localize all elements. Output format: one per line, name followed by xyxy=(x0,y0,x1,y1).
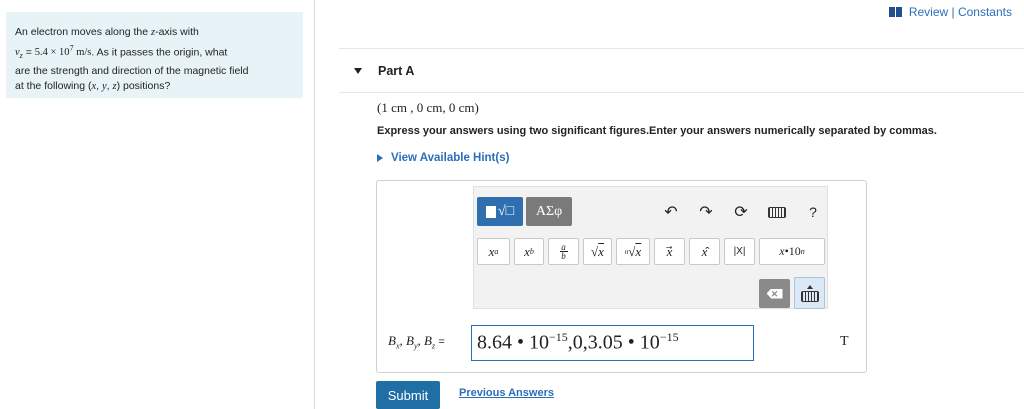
review-constants-label: Review | Constants xyxy=(908,5,1012,19)
submit-button[interactable]: Submit xyxy=(376,381,440,409)
problem-panel: An electron moves along the z-axis with … xyxy=(0,0,315,409)
absolute-value-button[interactable]: |X| xyxy=(724,238,755,265)
square-root-template-icon xyxy=(485,205,496,218)
problem-statement: An electron moves along the z-axis with … xyxy=(6,12,303,98)
reset-icon[interactable]: ⟳ xyxy=(730,199,752,225)
superscript-button[interactable]: xa xyxy=(477,238,510,265)
nth-root-button[interactable]: n √ x xyxy=(616,238,650,265)
part-label: Part A xyxy=(378,64,415,78)
previous-answers-link[interactable]: Previous Answers xyxy=(459,387,554,399)
unit-vector-button[interactable]: x̂ xyxy=(689,238,720,265)
expand-arrow-icon xyxy=(377,154,383,162)
view-hints-link[interactable]: View Available Hint(s) xyxy=(377,152,509,164)
redo-icon[interactable]: ↷ xyxy=(695,199,717,225)
scientific-notation-button[interactable]: x •10 n xyxy=(759,238,825,265)
part-a-header[interactable]: Part A xyxy=(339,48,1024,93)
templates-button[interactable]: √□ xyxy=(477,197,523,226)
position-text: (1 cm , 0 cm, 0 cm) xyxy=(377,100,479,115)
keyboard-icon xyxy=(768,206,786,218)
view-hints-label: View Available Hint(s) xyxy=(391,152,510,164)
backspace-icon: ✕ xyxy=(766,288,783,299)
vector-button[interactable]: x⃗ xyxy=(654,238,685,265)
keyboard-shortcuts-button[interactable] xyxy=(766,199,788,225)
delete-button[interactable]: ✕ xyxy=(759,279,790,308)
help-button[interactable]: ? xyxy=(802,199,824,225)
square-root-button[interactable]: √ x xyxy=(583,238,612,265)
undo-icon[interactable]: ↶ xyxy=(660,199,682,225)
book-icon xyxy=(888,7,903,17)
instructions-text: Express your answers using two significa… xyxy=(377,125,937,137)
greek-symbols-button[interactable]: ΑΣφ xyxy=(526,197,572,226)
collapse-triangle-icon[interactable] xyxy=(354,68,362,74)
answer-variable-label: Bx, By, Bz = xyxy=(388,333,445,351)
fraction-button[interactable]: ab xyxy=(548,238,579,265)
keyboard-toggle-button[interactable] xyxy=(794,277,825,309)
answer-unit: T xyxy=(840,334,849,349)
answer-input[interactable]: 8.64 • 10−15,0,3.05 • 10−15 xyxy=(471,325,754,361)
review-constants-link[interactable]: Review | Constants xyxy=(888,5,1012,19)
subscript-button[interactable]: xb xyxy=(514,238,544,265)
keyboard-up-icon xyxy=(800,290,819,302)
